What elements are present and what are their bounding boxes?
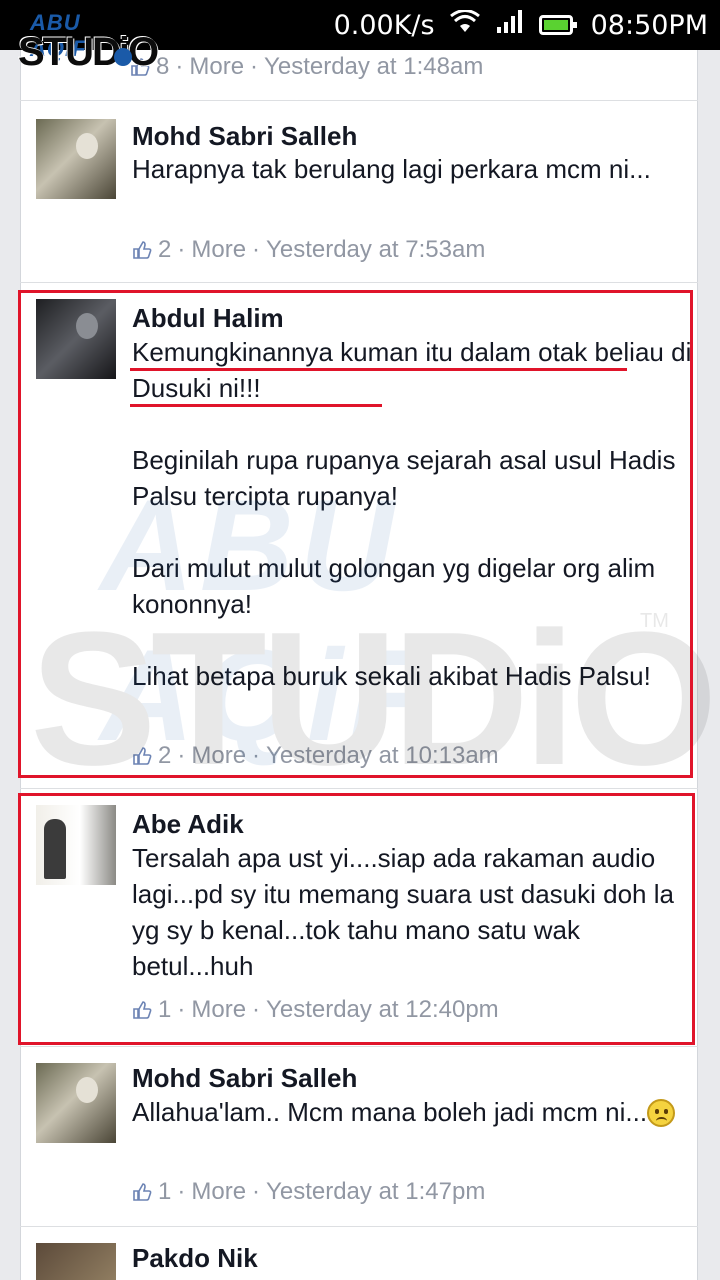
underline-mark [130, 368, 627, 371]
comment-item: Mohd Sabri Salleh Allahua'lam.. Mcm mana… [20, 1046, 698, 1226]
like-icon[interactable] [132, 746, 152, 766]
comment-meta: 2 · More · Yesterday at 7:53am [132, 235, 485, 265]
comment-author[interactable]: Abdul Halim [132, 303, 284, 334]
comment-time: Yesterday at 12:40pm [266, 996, 499, 1023]
comment-meta: 1 · More · Yesterday at 12:40pm [132, 995, 499, 1025]
signal-icon [495, 9, 525, 42]
net-speed: 0.00K/s [333, 9, 435, 41]
comment-author[interactable]: Mohd Sabri Salleh [132, 121, 357, 152]
comment-text: Harapnya tak berulang lagi perkara mcm n… [132, 154, 651, 184]
clock: 08:50PM [590, 9, 708, 41]
play-icon [114, 48, 132, 66]
studio-logo: ABU AQiF STUDiO [18, 10, 159, 74]
like-count: 1 [158, 1178, 172, 1205]
battery-icon [538, 15, 577, 35]
more-link[interactable]: More [191, 1178, 246, 1206]
comment-time: Yesterday at 1:48am [264, 53, 484, 80]
avatar[interactable] [36, 1243, 116, 1280]
comment-text: Allahua'lam.. Mcm mana boleh jadi mcm ni… [132, 1094, 692, 1130]
comment-meta: 1 · More · Yesterday at 1:47pm [132, 1177, 485, 1207]
comment-text: Kemungkinannya kuman itu dalam otak beli… [132, 337, 692, 691]
avatar[interactable] [36, 805, 116, 885]
comment-item: Pakdo Nik [20, 1226, 698, 1280]
comment-time: Yesterday at 1:47pm [266, 1178, 486, 1205]
comment-item: Abe Adik Tersalah apa ust yi....siap ada… [20, 788, 698, 1048]
avatar[interactable] [36, 299, 116, 379]
like-icon[interactable] [132, 1182, 152, 1202]
comment-meta: 2 · More · Yesterday at 10:13am [132, 741, 499, 771]
sad-emoji-icon [647, 1099, 676, 1127]
like-count: 1 [158, 996, 172, 1023]
comment-text: Tersalah apa ust yi....siap ada rakaman … [132, 843, 674, 981]
like-icon[interactable] [132, 1000, 152, 1020]
comment-author[interactable]: Pakdo Nik [132, 1243, 258, 1274]
comment-author[interactable]: Mohd Sabri Salleh [132, 1063, 357, 1094]
comment-time: Yesterday at 10:13am [266, 742, 499, 769]
comment-item: Mohd Sabri Salleh Harapnya tak berulang … [20, 100, 698, 280]
comment-meta: 8 · More · Yesterday at 1:48am [130, 52, 483, 82]
comment-time: Yesterday at 7:53am [266, 236, 486, 263]
comment-author[interactable]: Abe Adik [132, 809, 244, 840]
avatar[interactable] [36, 119, 116, 199]
more-link[interactable]: More [191, 996, 246, 1024]
wifi-icon [449, 8, 481, 41]
comment-item: Abdul Halim Kemungkinannya kuman itu dal… [20, 282, 698, 782]
more-link[interactable]: More [189, 53, 244, 81]
more-link[interactable]: More [191, 742, 246, 770]
more-link[interactable]: More [191, 236, 246, 264]
underline-mark [130, 404, 382, 407]
like-count: 2 [158, 742, 172, 769]
like-count: 2 [158, 236, 172, 263]
like-count: 8 [156, 53, 170, 80]
like-icon[interactable] [132, 240, 152, 260]
avatar[interactable] [36, 1063, 116, 1143]
